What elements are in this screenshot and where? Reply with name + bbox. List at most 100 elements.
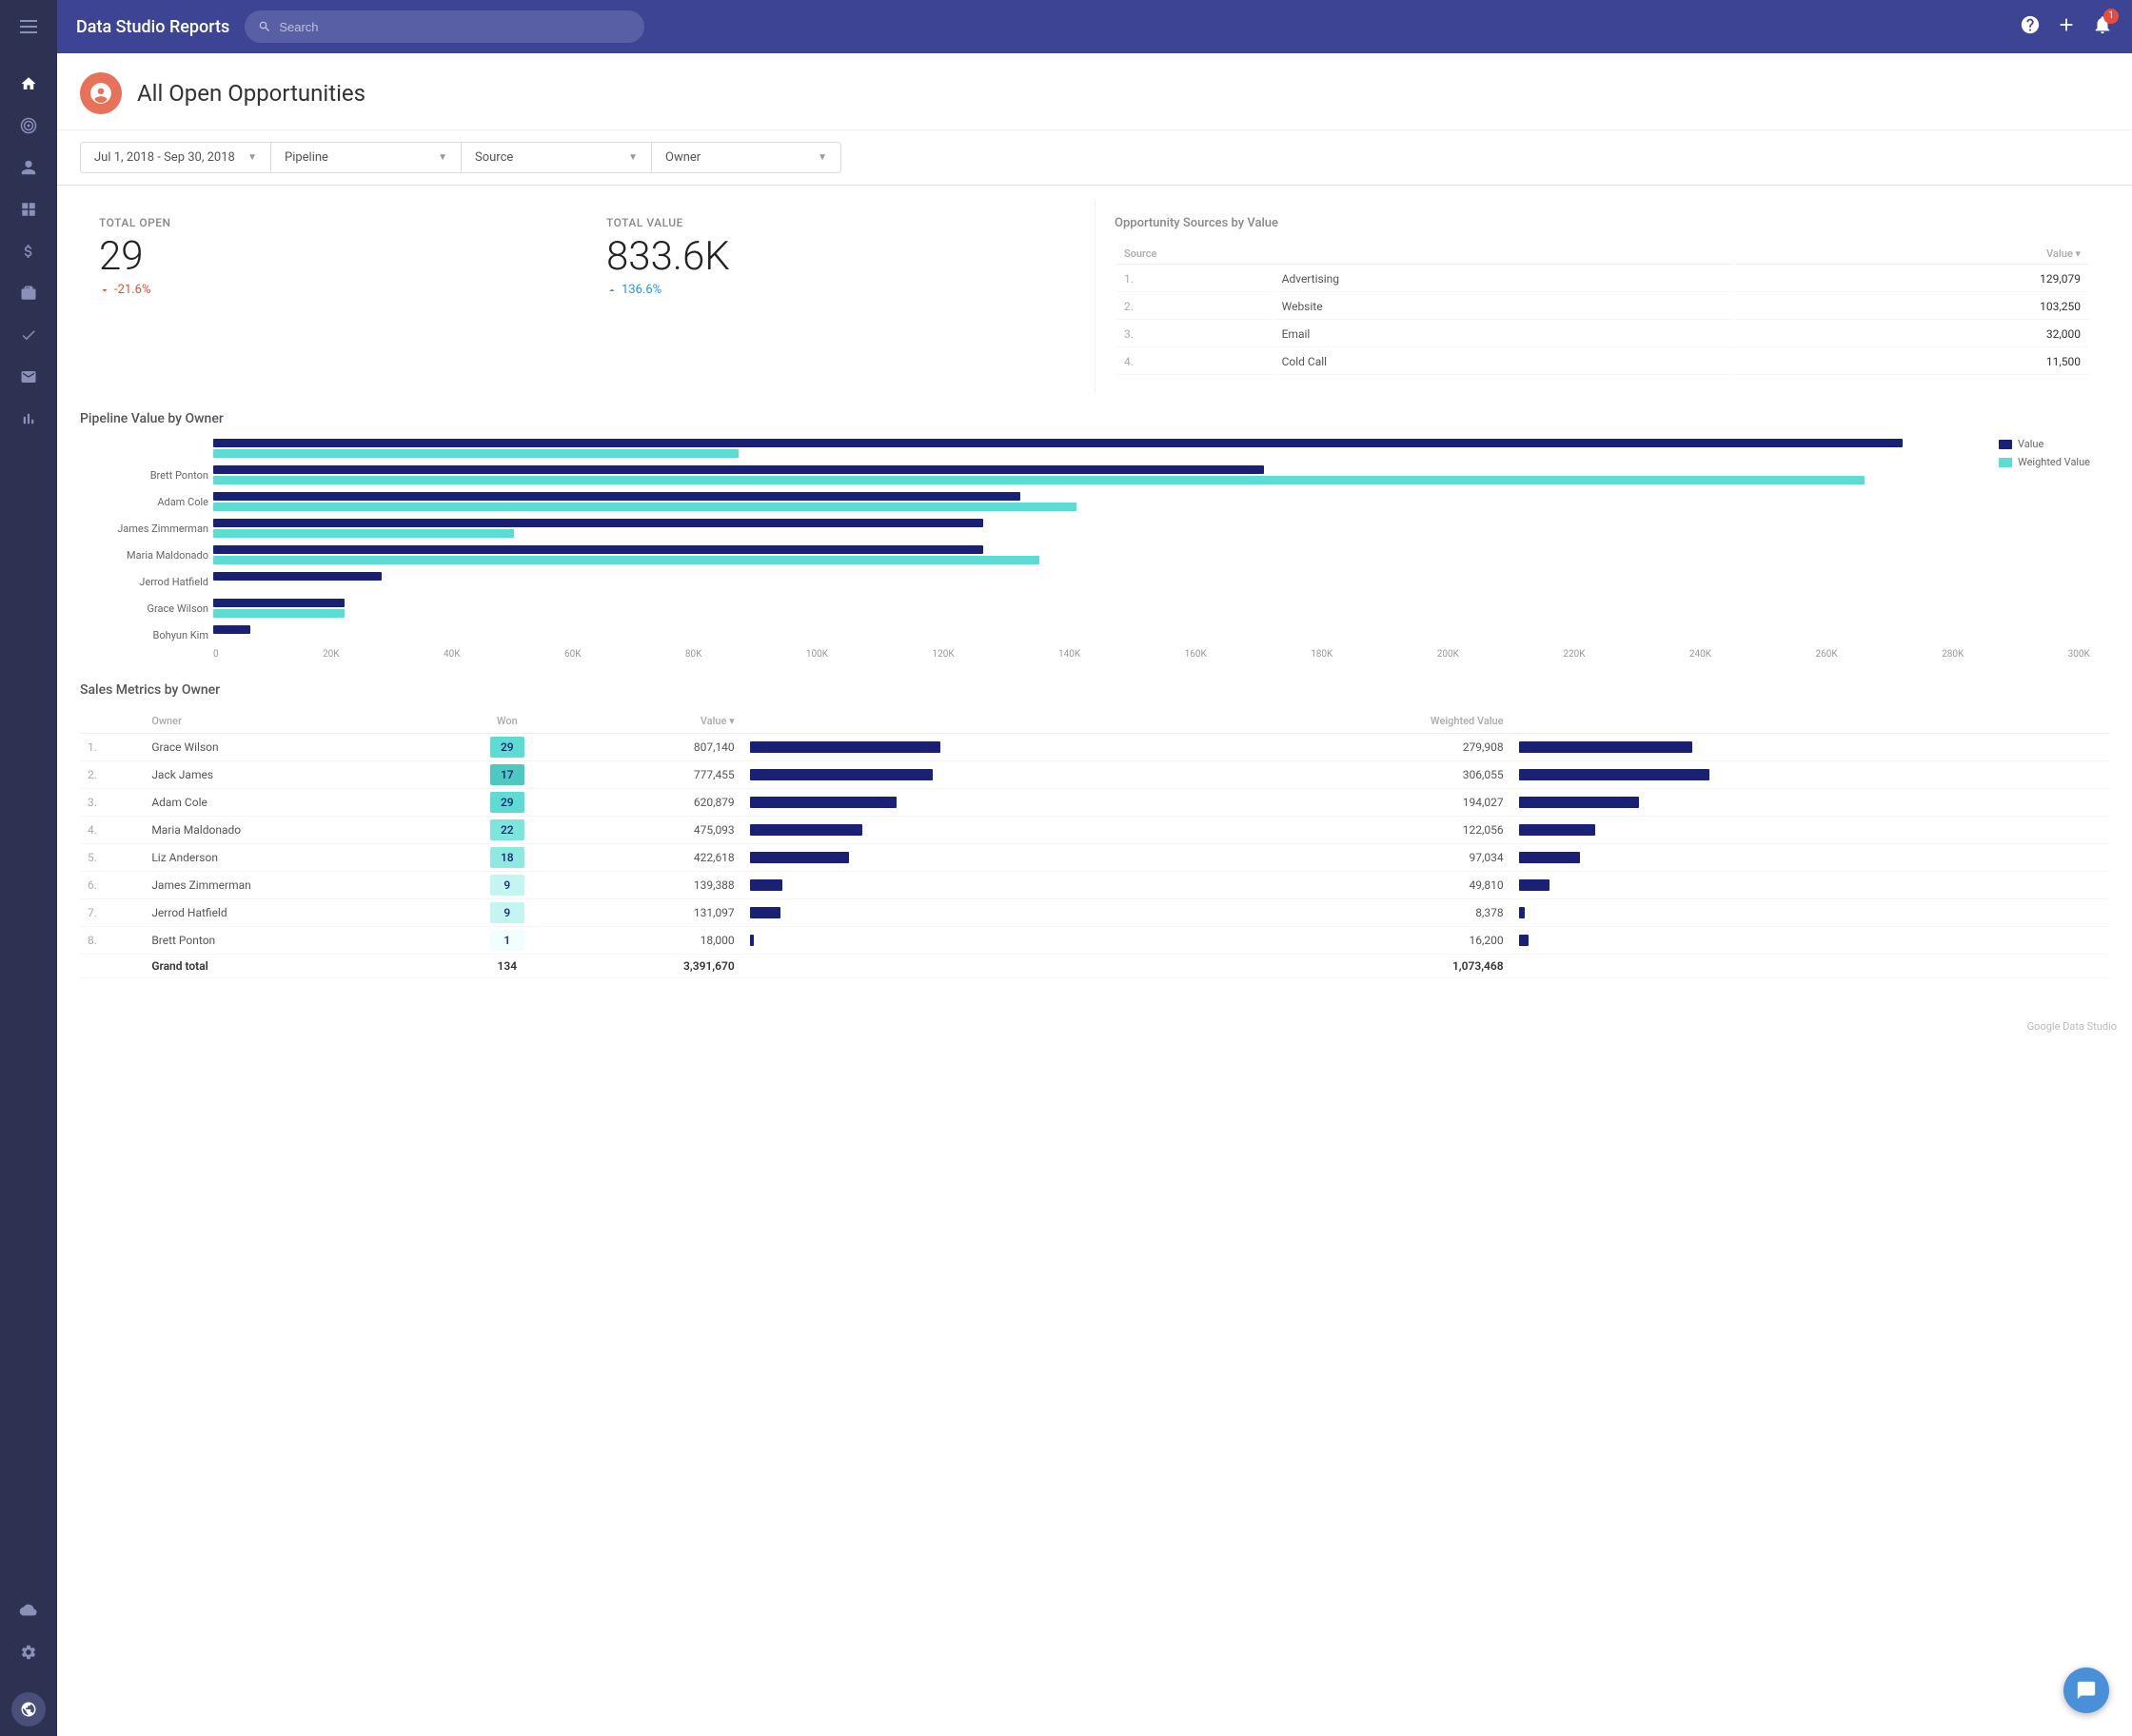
value-bar xyxy=(213,572,382,581)
home-icon[interactable] xyxy=(11,67,46,101)
chart-legend: Value Weighted Value xyxy=(1999,438,2090,468)
total-open-value: 29 xyxy=(99,237,568,277)
chat-fab-button[interactable] xyxy=(2063,1667,2109,1713)
value-mini-bar xyxy=(750,741,940,753)
legend-item: Weighted Value xyxy=(1999,456,2090,468)
page-title: All Open Opportunities xyxy=(137,80,365,107)
sales-metrics-section: Sales Metrics by Owner Owner Won Value ▾… xyxy=(80,682,2109,978)
table-row: 3. Email 32,000 xyxy=(1116,322,2088,347)
table-row: 7. Jerrod Hatfield 9 131,097 8,378 xyxy=(80,899,2109,927)
total-value-card: Total Value 833.6K 136.6% xyxy=(587,201,1095,392)
x-axis: 020K40K60K80K100K120K140K160K180K200K220… xyxy=(80,649,2109,660)
weighted-bar xyxy=(213,503,1076,511)
weighted-mini-bar xyxy=(1519,797,1639,808)
owner-col: Owner xyxy=(144,709,443,734)
search-input[interactable] xyxy=(279,20,631,34)
value-mini-bar xyxy=(750,907,780,918)
value-col: Value ▾ xyxy=(571,709,742,734)
value-mini-bar xyxy=(750,797,897,808)
mail-icon[interactable] xyxy=(11,360,46,394)
bar-row: Adam Cole xyxy=(213,491,2090,512)
value-mini-bar xyxy=(750,769,933,780)
person-icon[interactable] xyxy=(11,150,46,185)
watermark: Google Data Studio xyxy=(57,1016,2132,1040)
chat-icon xyxy=(2076,1680,2097,1701)
table-row: 1. Advertising 129,079 xyxy=(1116,266,2088,292)
stats-row: Total Open 29 -21.6% Total Value 833.6K … xyxy=(80,201,2109,392)
up-arrow-icon xyxy=(606,285,618,296)
value-mini-bar xyxy=(750,935,754,946)
check-icon[interactable] xyxy=(11,318,46,352)
page-header: All Open Opportunities xyxy=(57,53,2132,130)
filter-source[interactable]: Source ▼ xyxy=(461,142,651,173)
total-open-change: -21.6% xyxy=(99,283,568,297)
value-bar xyxy=(213,439,1903,447)
table-row: 4. Cold Call 11,500 xyxy=(1116,349,2088,375)
opp-sources-card: Opportunity Sources by Value Source Valu… xyxy=(1095,201,2109,392)
target-icon[interactable] xyxy=(11,108,46,143)
weighted-bar xyxy=(213,556,1039,564)
sales-metrics-table: Owner Won Value ▾ Weighted Value 1. Grac… xyxy=(80,709,2109,978)
weighted-bar xyxy=(213,476,1865,484)
user-avatar[interactable] xyxy=(11,1692,46,1726)
weighted-mini-bar xyxy=(1519,879,1550,891)
dollar-icon[interactable] xyxy=(11,234,46,268)
sidebar xyxy=(0,0,57,1736)
notification-icon[interactable]: 1 xyxy=(2092,14,2113,40)
weighted-col: Weighted Value xyxy=(1340,709,1511,734)
weighted-bar-col xyxy=(1511,709,2109,734)
source-col-header: Source xyxy=(1116,244,1733,265)
table-row: 2. Jack James 17 777,455 306,055 xyxy=(80,761,2109,789)
rank-col xyxy=(80,709,144,734)
settings-icon[interactable] xyxy=(11,1635,46,1669)
weighted-mini-bar xyxy=(1519,824,1595,836)
search-bar[interactable] xyxy=(245,10,644,43)
weighted-mini-bar xyxy=(1519,741,1692,753)
bar-row: Bohyun Kim xyxy=(213,624,2090,645)
table-row: 5. Liz Anderson 18 422,618 97,034 xyxy=(80,844,2109,872)
legend-swatch xyxy=(1999,440,2012,449)
filter-owner[interactable]: Owner ▼ xyxy=(651,142,841,173)
value-bar xyxy=(213,545,983,554)
legend-item: Value xyxy=(1999,438,2090,450)
value-mini-bar xyxy=(750,879,782,891)
filter-date[interactable]: Jul 1, 2018 - Sep 30, 2018 ▼ xyxy=(80,142,270,173)
weighted-mini-bar xyxy=(1519,852,1580,863)
topbar-actions: 1 xyxy=(2020,14,2113,40)
briefcase-icon[interactable] xyxy=(11,276,46,310)
value-col-header: Value ▾ xyxy=(1735,244,2088,265)
bar-chart-icon[interactable] xyxy=(11,402,46,436)
total-value-value: 833.6K xyxy=(606,237,1076,277)
total-value-change: 136.6% xyxy=(606,283,1076,297)
filter-pipeline[interactable]: Pipeline ▼ xyxy=(270,142,461,173)
value-bar xyxy=(213,492,1020,501)
content-area: All Open Opportunities Jul 1, 2018 - Sep… xyxy=(57,53,2132,1736)
add-icon[interactable] xyxy=(2056,14,2077,40)
cloud-icon[interactable] xyxy=(11,1593,46,1628)
weighted-bar xyxy=(213,609,345,618)
main-area: Data Studio Reports 1 All Open Opportun xyxy=(57,0,2132,1736)
table-row: 4. Maria Maldonado 22 475,093 122,056 xyxy=(80,817,2109,844)
help-icon[interactable] xyxy=(2020,14,2041,40)
pipeline-chart-section: Pipeline Value by Owner Brett Ponton Ada… xyxy=(80,411,2109,660)
dashboard: Total Open 29 -21.6% Total Value 833.6K … xyxy=(57,186,2132,1016)
value-bar xyxy=(213,519,983,527)
grand-total-row: Grand total 134 3,391,670 1,073,468 xyxy=(80,955,2109,978)
app-title: Data Studio Reports xyxy=(76,17,229,37)
weighted-bar xyxy=(213,449,739,458)
bar-row: Brett Ponton xyxy=(213,464,2090,485)
pipeline-bar-chart: Brett Ponton Adam Cole James Zimmerman M… xyxy=(80,438,2109,645)
notification-count: 1 xyxy=(2103,9,2119,24)
caret-icon: ▼ xyxy=(818,152,827,163)
opp-sources-table: Source Value ▾ 1. Advertising 129,079 2.… xyxy=(1115,242,2090,377)
grid-icon[interactable] xyxy=(11,192,46,227)
table-row: 6. James Zimmerman 9 139,388 49,810 xyxy=(80,872,2109,899)
table-row: 3. Adam Cole 29 620,879 194,027 xyxy=(80,789,2109,817)
menu-icon[interactable] xyxy=(11,10,46,44)
topbar: Data Studio Reports 1 xyxy=(57,0,2132,53)
legend-swatch xyxy=(1999,458,2012,467)
search-icon xyxy=(258,20,271,33)
caret-icon: ▼ xyxy=(628,152,638,163)
bar-row: James Zimmerman xyxy=(213,518,2090,539)
weighted-bar xyxy=(213,529,514,538)
